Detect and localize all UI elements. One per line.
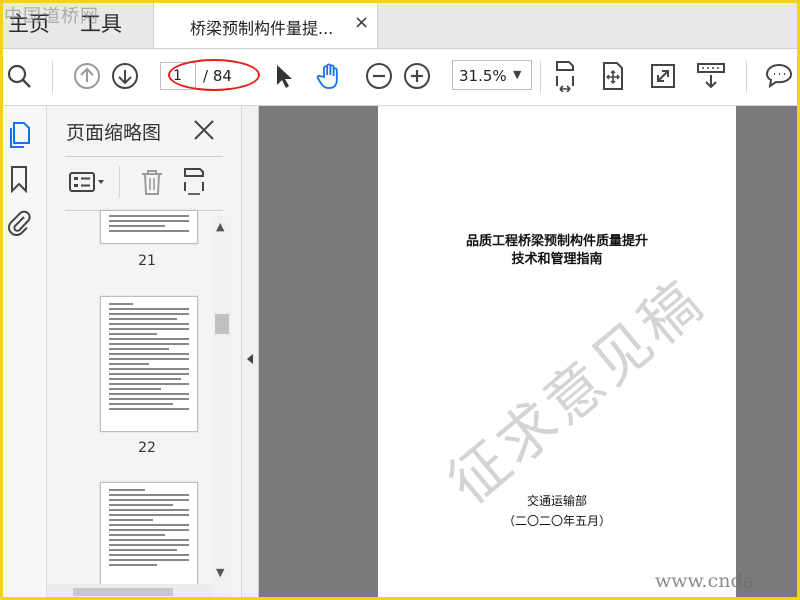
thumbnail-page-number: 21: [138, 253, 156, 269]
tab-bar: 主页 工具 桥梁预制构件量提... ×: [0, 0, 800, 49]
bookmark-icon[interactable]: [4, 164, 34, 194]
close-icon[interactable]: [192, 118, 218, 144]
document-tab-label: 桥梁预制构件量提...: [190, 19, 334, 38]
document-title-line2: 技术和管理指南: [511, 252, 603, 267]
tab-document[interactable]: 桥梁预制构件量提... ×: [153, 0, 378, 48]
draft-watermark: 征求意见稿: [435, 266, 717, 518]
trash-icon[interactable]: [139, 166, 165, 198]
left-rail: [0, 106, 47, 600]
pages-icon[interactable]: [4, 120, 34, 150]
page-number-annotation: [168, 59, 260, 91]
comment-icon[interactable]: [762, 59, 796, 93]
panel-title: 页面缩略图: [66, 122, 162, 144]
scroll-mode-icon[interactable]: [694, 59, 728, 93]
close-tab-button[interactable]: ×: [354, 12, 369, 33]
chevron-down-icon: ▼: [513, 68, 522, 81]
chevron-down-icon[interactable]: ▼: [216, 566, 224, 579]
thumbnail-page-number: 22: [138, 440, 156, 456]
attachment-icon[interactable]: [4, 208, 34, 238]
thumbnail-page[interactable]: [100, 482, 198, 594]
hand-icon[interactable]: [313, 59, 347, 93]
next-page-icon[interactable]: [108, 59, 142, 93]
options-icon[interactable]: [69, 166, 107, 198]
thumbnail-panel: 页面缩略图 21 22 ▲ ▼: [47, 106, 242, 600]
document-issuer: 交通运输部: [526, 494, 587, 508]
thumbnail-page[interactable]: [100, 296, 198, 432]
chevron-up-icon[interactable]: ▲: [216, 220, 224, 233]
site-watermark: 中国道桥网: [4, 6, 99, 27]
scrollbar-thumb[interactable]: [215, 314, 229, 334]
zoom-select[interactable]: 31.5% ▼: [452, 60, 532, 90]
search-icon[interactable]: [2, 59, 36, 93]
fit-width-icon[interactable]: [181, 166, 207, 198]
toolbar: 1 / 84 31.5% ▼: [0, 49, 800, 106]
url-watermark: www.cnda: [655, 570, 754, 592]
expand-icon[interactable]: [646, 59, 680, 93]
chevron-left-icon: [245, 350, 255, 369]
document-title-line1: 品质工程桥梁预制构件质量提升: [465, 234, 648, 249]
document-date: （二〇二〇年五月）: [502, 514, 611, 528]
select-cursor-icon[interactable]: [266, 59, 300, 93]
zoom-in-icon[interactable]: [400, 59, 434, 93]
horizontal-scrollbar[interactable]: [47, 584, 213, 600]
prev-page-icon[interactable]: [70, 59, 104, 93]
thumbnail-scrollbar[interactable]: ▲ ▼: [213, 216, 231, 600]
collapse-panel-handle[interactable]: [242, 106, 259, 600]
thumbnail-page[interactable]: [100, 210, 198, 244]
zoom-out-icon[interactable]: [362, 59, 396, 93]
document-page: 品质工程桥梁预制构件质量提升 技术和管理指南 征求意见稿 交通运输部 （二〇二〇…: [378, 106, 736, 600]
full-screen-icon[interactable]: [596, 59, 630, 93]
fit-width-icon[interactable]: [548, 59, 582, 93]
zoom-value: 31.5%: [459, 67, 507, 85]
